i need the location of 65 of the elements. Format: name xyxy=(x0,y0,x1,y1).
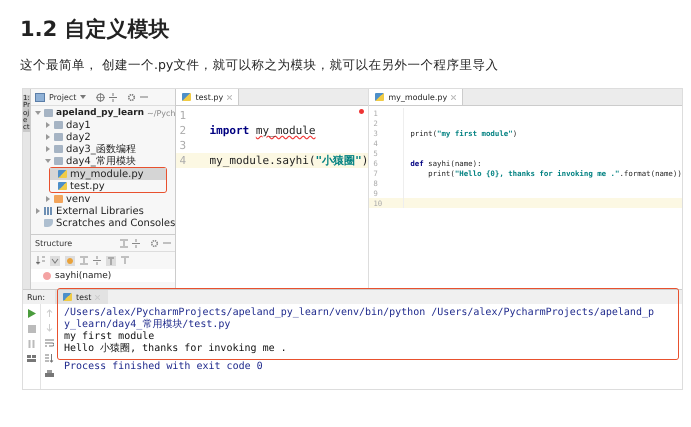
excluded-icon xyxy=(54,195,63,203)
structure-item[interactable]: sayhi(name) xyxy=(31,269,176,282)
console-line: Process finished with exit code 0 xyxy=(64,361,263,373)
minimize-icon[interactable] xyxy=(163,242,172,244)
editor-tab[interactable]: my_module.py xyxy=(369,89,464,105)
section-heading: 1.2 自定义模块 xyxy=(19,16,170,43)
expand-arrow-icon[interactable] xyxy=(45,134,51,140)
tree-item[interactable]: test.py xyxy=(50,180,166,192)
line-number: 4 xyxy=(178,154,188,167)
run-label: Run: xyxy=(27,292,46,302)
intro-paragraph: 这个最简单， 创建一个.py文件，就可以称之为模块，就可以在另外一个程序里导入 xyxy=(20,56,498,74)
expand-arrow-icon[interactable] xyxy=(45,196,51,202)
stop-icon[interactable] xyxy=(28,325,36,333)
collapse-icon[interactable] xyxy=(109,92,118,102)
scratch-icon xyxy=(44,219,53,227)
line-number: 2 xyxy=(178,124,188,137)
error-indicator-icon xyxy=(359,109,364,114)
collapse-icon[interactable] xyxy=(132,238,140,248)
expand-arrow-icon[interactable] xyxy=(45,122,51,128)
lib-icon xyxy=(44,207,53,215)
minimize-icon[interactable] xyxy=(140,96,148,98)
console-line: /Users/alex/PycharmProjects/apeland_py_learn/venv/bin/python /Users/alex/PycharmProjects/apeland_py_learn/day4_常用模块/test.py xyxy=(64,307,654,331)
soft-wrap-icon[interactable] xyxy=(45,339,54,347)
play-icon[interactable] xyxy=(28,309,36,318)
console-line: my first module xyxy=(64,331,154,342)
project-view-icon xyxy=(35,92,45,102)
function-icon xyxy=(43,272,51,280)
editor-tab[interactable]: test.py xyxy=(176,89,240,105)
console-line: Hello 小猿圈, thanks for invoking me . xyxy=(64,343,287,355)
pause-icon[interactable] xyxy=(28,340,35,348)
line-number: 1 xyxy=(178,109,188,122)
panel-title: Structure xyxy=(35,238,72,248)
tree-item[interactable]: apeland_py_learn ~/Pych xyxy=(31,107,176,119)
line-number: 3 xyxy=(178,139,188,152)
run-tab[interactable]: test xyxy=(55,290,108,304)
settings-icon[interactable] xyxy=(127,92,136,102)
sort-icon[interactable] xyxy=(36,256,45,265)
panel-title[interactable]: Project xyxy=(49,92,76,102)
expand-arrow-icon[interactable] xyxy=(45,158,51,164)
tree-item[interactable]: day2 xyxy=(31,131,176,143)
target-icon[interactable] xyxy=(96,92,106,102)
close-icon[interactable] xyxy=(451,94,456,100)
tree-item[interactable]: day1 xyxy=(31,119,176,131)
expand-all-icon[interactable] xyxy=(80,256,88,265)
settings-icon[interactable] xyxy=(150,238,160,248)
print-icon[interactable] xyxy=(45,370,54,378)
caret-icon[interactable] xyxy=(80,95,86,99)
code-line: import my_module xyxy=(209,124,316,137)
filter-icon[interactable] xyxy=(50,256,60,266)
tree-item[interactable]: day4_常用模块 xyxy=(31,155,176,167)
code-line: my_module.sayhi("小猿圈") xyxy=(209,153,368,168)
layout-icon[interactable] xyxy=(27,355,36,362)
expand-arrow-icon[interactable] xyxy=(35,110,41,116)
tree-item[interactable]: External Libraries xyxy=(31,205,176,217)
collapse-icon[interactable] xyxy=(93,256,101,265)
tree-item[interactable]: venv xyxy=(31,193,176,205)
tree-item[interactable]: Scratches and Consoles xyxy=(31,217,176,229)
tree-item[interactable]: my_module.py xyxy=(50,168,166,180)
expand-arrow-icon[interactable] xyxy=(45,146,51,152)
field-icon[interactable] xyxy=(65,256,75,266)
tree-item[interactable]: day3_函数编程 xyxy=(31,143,176,155)
close-icon[interactable] xyxy=(227,94,232,100)
expand-all-icon[interactable] xyxy=(120,238,128,248)
scroll-to-end-icon[interactable] xyxy=(45,354,54,363)
expand-arrow-icon[interactable] xyxy=(35,208,41,214)
